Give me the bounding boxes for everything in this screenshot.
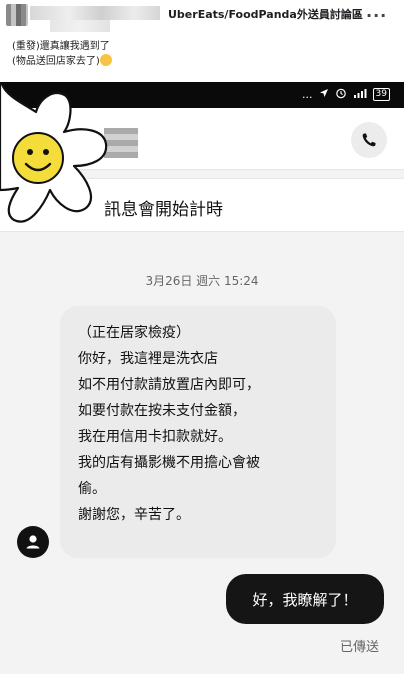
incoming-message-bubble[interactable]: （正在居家檢疫） 你好，我這裡是洗衣店 如不用付款請放置店內即可， 如要付款在按… (60, 306, 336, 558)
signal-icon (353, 88, 367, 102)
sent-status: 已傳送 (340, 640, 380, 655)
flower-sticker (0, 82, 108, 223)
message-line: 我在用信用卡扣款就好。 (78, 429, 232, 445)
post-meta-blurred (50, 20, 110, 32)
message-line: （正在居家檢疫） (78, 325, 190, 341)
alarm-icon (335, 87, 347, 102)
battery-icon: 39 (372, 88, 390, 101)
group-name-link[interactable]: UberEats/FoodPanda外送員討論區 (168, 6, 363, 22)
message-line: 偷。 (78, 481, 106, 497)
user-avatar-icon[interactable] (17, 526, 49, 558)
post-text-line-1: (重發)還真讓我遇到了 (12, 41, 110, 52)
message-line: 謝謝您，辛苦了。 (78, 507, 190, 523)
sweat-emoji-icon (99, 54, 112, 66)
post-text-line-2: (物品送回店家去了) (12, 54, 112, 69)
call-button[interactable] (351, 122, 387, 158)
outgoing-message-bubble[interactable]: 好，我瞭解了！ (226, 574, 384, 624)
smiley-face-icon (12, 132, 64, 184)
message-date: 3月26日 週六 15:24 (145, 274, 259, 288)
navigation-arrow-icon (319, 88, 329, 101)
post-header: UberEats/FoodPanda外送員討論區 ... (0, 0, 404, 40)
notification-dots-icon: ... (302, 88, 313, 101)
poster-avatar-blurred[interactable] (6, 4, 28, 26)
message-line: 如不用付款請放置店內即可， (78, 377, 260, 393)
message-line: 我的店有攝影機不用擔心會被 (78, 455, 260, 471)
message-line: 你好，我這裡是洗衣店 (78, 351, 218, 367)
phone-icon (362, 133, 376, 147)
post-text: (重發)還真讓我遇到了 (物品送回店家去了) (12, 40, 112, 69)
message-line: 如要付款在按未支付金額， (78, 403, 246, 419)
more-icon[interactable]: ... (366, 2, 387, 21)
poster-name-blurred (30, 6, 160, 20)
